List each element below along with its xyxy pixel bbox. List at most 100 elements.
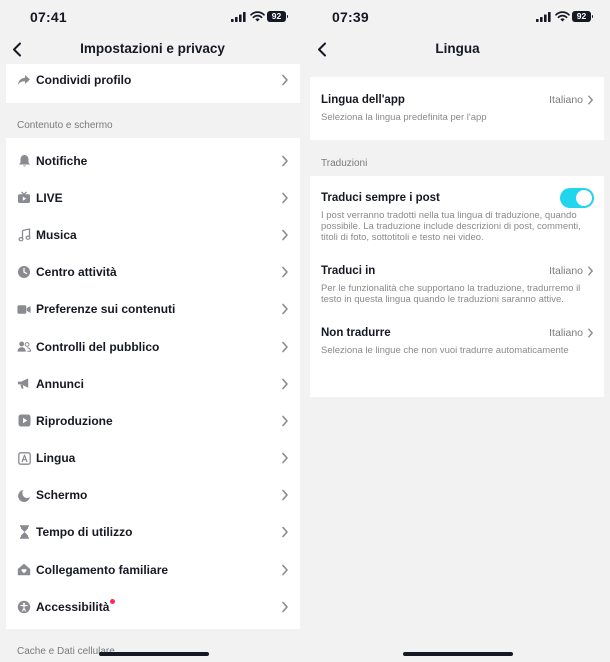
list-item-accessibility[interactable]: Accessibilità	[6, 588, 300, 625]
hourglass-icon	[17, 525, 31, 540]
setting-name: Traduci sempre i post	[321, 192, 440, 204]
chevron-right-icon	[282, 601, 288, 613]
item-label: Musica	[36, 227, 77, 242]
item-label: Schermo	[36, 488, 88, 503]
list-item-ads[interactable]: Annunci	[6, 365, 300, 402]
item-label: Controlli del pubblico	[36, 339, 160, 354]
item-label: Lingua	[36, 451, 76, 466]
item-label-with-badge: Accessibilità	[36, 598, 116, 614]
list-item-family-pairing[interactable]: Collegamento familiare	[6, 551, 300, 588]
status-time: 07:39	[332, 9, 369, 25]
chevron-right-icon	[282, 527, 288, 538]
cellular-signal-icon	[536, 12, 551, 22]
page-title: Lingua	[435, 41, 480, 56]
app-language-card: Lingua dell'app Italiano Seleziona la li…	[310, 77, 604, 140]
megaphone-icon	[17, 377, 31, 391]
list-item-screen-time[interactable]: Tempo di utilizzo	[6, 514, 300, 551]
list-item-playback[interactable]: Riproduzione	[6, 402, 300, 439]
setting-value: Italiano	[549, 327, 583, 339]
setting-value: Italiano	[549, 265, 583, 277]
translate-always-setting: Traduci sempre i post I post verranno tr…	[310, 188, 604, 243]
translate-to-setting[interactable]: Traduci in Italiano Per le funzionalità …	[310, 261, 604, 305]
share-arrow-icon	[17, 73, 31, 87]
battery-icon: 92	[572, 11, 593, 22]
setting-value: Italiano	[549, 94, 583, 106]
home-heart-icon	[17, 563, 31, 577]
item-label: Condividi profilo	[36, 72, 132, 87]
clock-icon	[17, 265, 31, 279]
moon-icon	[17, 488, 31, 502]
chevron-right-icon	[282, 415, 288, 427]
chevron-right-icon	[282, 192, 288, 204]
list-item-activity-center[interactable]: Centro attività	[6, 254, 300, 291]
nav-bar: Lingua	[305, 34, 610, 64]
translations-card: Traduci sempre i post I post verranno tr…	[310, 176, 604, 397]
bell-icon	[17, 154, 31, 168]
status-bar: 07:41 92	[0, 0, 305, 34]
nav-bar: Impostazioni e privacy	[0, 34, 305, 64]
item-label: Tempo di utilizzo	[36, 525, 133, 540]
wifi-icon	[555, 11, 570, 22]
chevron-right-icon	[282, 452, 288, 464]
setting-name: Lingua dell'app	[321, 94, 405, 106]
list-item-audience-controls[interactable]: Controlli del pubblico	[6, 328, 300, 365]
item-label: LIVE	[36, 190, 63, 205]
language-a-icon	[17, 451, 31, 465]
item-label: Centro attività	[36, 265, 117, 280]
chevron-right-icon	[282, 304, 288, 315]
settings-privacy-screen: 07:41 92 Impostazioni e privacy Condivid…	[0, 0, 305, 662]
chevron-right-icon	[588, 95, 593, 105]
setting-description: Seleziona la lingua predefinita per l'ap…	[321, 112, 487, 123]
list-item-content-preferences[interactable]: Preferenze sui contenuti	[6, 291, 300, 328]
cellular-signal-icon	[231, 12, 246, 22]
section-header-translations: Traduzioni	[321, 158, 368, 169]
language-screen: 07:39 92 Lingua Lingua dell'app Italiano…	[305, 0, 610, 662]
share-profile-card: Condividi profilo	[6, 64, 300, 103]
status-time: 07:41	[30, 9, 67, 25]
setting-description: Per le funzionalità che supportano la tr…	[321, 283, 581, 305]
video-camera-icon	[17, 302, 31, 316]
page-title: Impostazioni e privacy	[80, 41, 225, 56]
home-indicator[interactable]	[403, 652, 513, 656]
setting-name: Traduci in	[321, 265, 376, 277]
battery-icon: 92	[267, 11, 288, 22]
people-icon	[17, 340, 31, 354]
setting-name: Non tradurre	[321, 327, 391, 339]
status-bar: 07:39 92	[305, 0, 610, 34]
chevron-right-icon	[282, 266, 288, 278]
chevron-right-icon	[282, 489, 288, 501]
section-header-content: Contenuto e schermo	[17, 120, 113, 131]
item-label: Riproduzione	[36, 413, 113, 428]
item-label: Collegamento familiare	[36, 562, 169, 577]
translate-always-toggle[interactable]	[560, 188, 594, 208]
item-label: Accessibilità	[36, 599, 110, 614]
dont-translate-setting[interactable]: Non tradurre Italiano Seleziona le lingu…	[310, 323, 604, 356]
chevron-right-icon	[588, 328, 593, 338]
list-item-language[interactable]: Lingua	[6, 440, 300, 477]
chevron-right-icon	[282, 341, 288, 352]
item-label: Annunci	[36, 376, 84, 391]
accessibility-icon	[17, 600, 31, 614]
live-tv-icon	[17, 191, 31, 205]
list-item-notifications[interactable]: Notifiche	[6, 142, 300, 179]
notification-dot	[110, 598, 116, 604]
home-indicator[interactable]	[99, 652, 209, 656]
chevron-right-icon	[282, 229, 288, 241]
app-language-setting[interactable]: Lingua dell'app Italiano Seleziona la li…	[310, 90, 604, 123]
chevron-right-icon	[282, 155, 288, 166]
item-label: Preferenze sui contenuti	[36, 302, 176, 317]
list-item-share-profile[interactable]: Condividi profilo	[6, 64, 300, 95]
chevron-right-icon	[282, 564, 288, 575]
list-item-live[interactable]: LIVE	[6, 179, 300, 216]
setting-description: I post verranno tradotti nella tua lingu…	[321, 210, 581, 243]
list-item-music[interactable]: Musica	[6, 216, 300, 253]
wifi-icon	[250, 11, 265, 22]
music-note-icon	[17, 228, 31, 242]
list-item-display[interactable]: Schermo	[6, 477, 300, 514]
chevron-right-icon	[282, 378, 288, 390]
item-label: Notifiche	[36, 153, 88, 168]
content-display-card: Notifiche LIVE Musica Centro attività Pr…	[6, 138, 300, 629]
play-icon	[17, 414, 31, 428]
chevron-right-icon	[282, 74, 288, 85]
chevron-right-icon	[588, 266, 593, 276]
